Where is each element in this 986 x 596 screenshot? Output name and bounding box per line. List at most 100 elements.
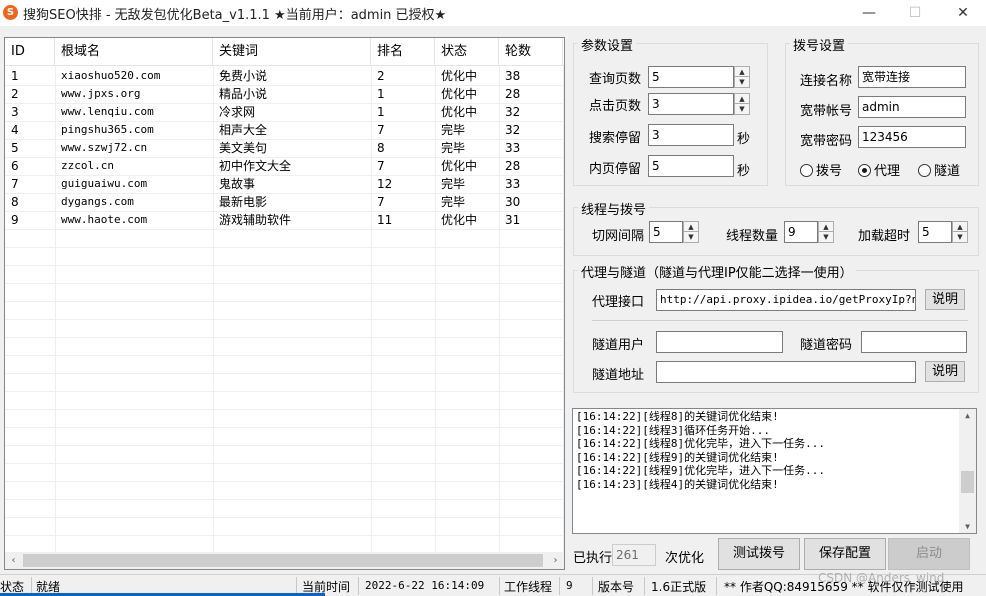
- table-row[interactable]: 5 www.szwj72.cn 美文美句 8 完毕 33: [5, 139, 564, 157]
- executed-label: 已执行: [573, 551, 613, 566]
- log-scrollbar-thumb[interactable]: [961, 471, 974, 493]
- column-header-id[interactable]: ID: [5, 38, 55, 66]
- cell-id: 8: [11, 195, 19, 209]
- cell-keyword: 初中作文大全: [219, 159, 292, 173]
- table-row[interactable]: 8 dygangs.com 最新电影 7 完毕 30: [5, 193, 564, 211]
- search-stay-input[interactable]: 3: [648, 124, 734, 146]
- table-row[interactable]: 1 xiaoshuo520.com 免费小说 2 优化中 38: [5, 67, 564, 85]
- save-config-button[interactable]: 保存配置: [804, 538, 886, 570]
- column-header-rank[interactable]: 排名: [371, 38, 435, 66]
- tunnel-user-input[interactable]: [656, 331, 783, 353]
- proxy-api-explain-button[interactable]: 说明: [925, 289, 965, 310]
- cell-status: 优化中: [441, 69, 478, 83]
- spin-up-icon[interactable]: ▲: [735, 94, 749, 104]
- test-dial-button[interactable]: 测试拨号: [718, 538, 800, 570]
- watermark: CSDN @Anders_wind: [818, 571, 945, 585]
- radio-tunnel-icon[interactable]: [918, 164, 931, 177]
- cell-rank: 7: [377, 123, 385, 137]
- column-header-rounds[interactable]: 轮数: [499, 38, 563, 66]
- grid-line: [5, 211, 564, 212]
- grid-line: [5, 193, 564, 194]
- grid-line: [5, 85, 564, 86]
- log-output[interactable]: [16:14:22][线程8]的关键词优化结束! [16:14:22][线程3]循…: [572, 408, 977, 534]
- executed-count: 261: [612, 544, 656, 566]
- spin-down-icon[interactable]: ▼: [735, 77, 749, 87]
- table-row[interactable]: 6 zzcol.cn 初中作文大全 7 优化中 28: [5, 157, 564, 175]
- cell-rounds: 32: [505, 123, 521, 137]
- scroll-right-icon[interactable]: ›: [547, 552, 564, 569]
- radio-proxy-icon[interactable]: [858, 164, 871, 177]
- cell-keyword: 精品小说: [219, 87, 268, 101]
- proxy-api-input[interactable]: http://api.proxy.ipidea.io/getProxyIp?nu…: [656, 289, 916, 311]
- password-input[interactable]: 123456: [858, 126, 966, 148]
- switch-interval-spinner[interactable]: ▲ ▼: [683, 221, 699, 243]
- start-button[interactable]: 启动: [888, 538, 970, 570]
- table-row[interactable]: 3 www.lenqiu.com 冷求网 1 优化中 32: [5, 103, 564, 121]
- scroll-left-icon[interactable]: ‹: [5, 552, 22, 569]
- radio-proxy[interactable]: 代理: [858, 160, 900, 179]
- tunnel-addr-input[interactable]: [656, 361, 916, 383]
- keyword-table[interactable]: ID 根域名 关键词 排名 状态 轮数 1 xiaoshuo520.com 免费小说…: [4, 37, 565, 570]
- spin-down-icon[interactable]: ▼: [684, 232, 698, 242]
- grid-line: [5, 427, 564, 428]
- executed-unit: 次优化: [665, 551, 705, 566]
- log-vertical-scrollbar[interactable]: ▲ ▼: [959, 409, 976, 533]
- radio-proxy-label: 代理: [874, 164, 901, 179]
- scroll-up-icon[interactable]: ▲: [959, 411, 976, 420]
- click-pages-input[interactable]: 3: [648, 93, 734, 115]
- search-stay-unit: 秒: [737, 132, 751, 147]
- scroll-down-icon[interactable]: ▼: [959, 522, 976, 531]
- tunnel-pass-input[interactable]: [861, 331, 967, 353]
- conn-name-input[interactable]: 宽带连接: [858, 66, 966, 88]
- column-header-keyword[interactable]: 关键词: [213, 38, 371, 66]
- thread-count-input[interactable]: 9: [784, 221, 818, 243]
- spin-down-icon[interactable]: ▼: [953, 232, 967, 242]
- close-button[interactable]: ✕: [940, 0, 986, 26]
- load-timeout-spinner[interactable]: ▲ ▼: [952, 221, 968, 243]
- table-row[interactable]: 9 www.haote.com 游戏辅助软件 11 优化中 31: [5, 211, 564, 229]
- table-row[interactable]: 7 guiguaiwu.com 鬼故事 12 完毕 33: [5, 175, 564, 193]
- horizontal-scrollbar[interactable]: ‹ ›: [5, 552, 564, 569]
- cell-status: 优化中: [441, 159, 478, 173]
- radio-tunnel[interactable]: 隧道: [918, 160, 960, 179]
- radio-tunnel-label: 隧道: [934, 164, 961, 179]
- spin-up-icon[interactable]: ▲: [953, 222, 967, 232]
- tunnel-user-label: 隧道用户: [592, 338, 645, 353]
- status-separator: [716, 577, 717, 595]
- load-timeout-input[interactable]: 5: [918, 221, 952, 243]
- cell-domain: guiguaiwu.com: [61, 177, 148, 190]
- spin-up-icon[interactable]: ▲: [819, 222, 833, 232]
- query-pages-label: 查询页数: [589, 72, 642, 87]
- cell-rounds: 30: [505, 195, 521, 209]
- spin-down-icon[interactable]: ▼: [819, 232, 833, 242]
- proxy-api-label: 代理接口: [592, 295, 645, 310]
- maximize-button[interactable]: ☐: [892, 0, 938, 26]
- column-header-domain[interactable]: 根域名: [55, 38, 213, 66]
- radio-dial-icon[interactable]: [800, 164, 813, 177]
- account-input[interactable]: admin: [858, 96, 966, 118]
- minimize-button[interactable]: —: [846, 0, 892, 26]
- grid-line: [5, 319, 564, 320]
- spin-down-icon[interactable]: ▼: [735, 104, 749, 114]
- proxy-group-title: 代理与隧道（隧道与代理IP仅能二选择一使用）: [578, 262, 856, 281]
- status-separator: [499, 577, 500, 595]
- spin-up-icon[interactable]: ▲: [735, 67, 749, 77]
- grid-line: [5, 337, 564, 338]
- table-row[interactable]: 4 pingshu365.com 相声大全 7 完毕 32: [5, 121, 564, 139]
- scrollbar-thumb[interactable]: [23, 554, 543, 567]
- column-header-status[interactable]: 状态: [435, 38, 499, 66]
- cell-status: 完毕: [441, 141, 466, 155]
- tunnel-explain-button[interactable]: 说明: [925, 361, 965, 382]
- query-pages-spinner[interactable]: ▲ ▼: [734, 66, 750, 88]
- spin-up-icon[interactable]: ▲: [684, 222, 698, 232]
- inner-stay-input[interactable]: 5: [648, 155, 734, 177]
- thread-count-spinner[interactable]: ▲ ▼: [818, 221, 834, 243]
- click-pages-spinner[interactable]: ▲ ▼: [734, 93, 750, 115]
- query-pages-input[interactable]: 5: [648, 66, 734, 88]
- grid-line: [5, 499, 564, 500]
- switch-interval-input[interactable]: 5: [649, 221, 683, 243]
- radio-dial[interactable]: 拨号: [800, 160, 842, 179]
- cell-id: 6: [11, 159, 19, 173]
- grid-line: [5, 481, 564, 482]
- table-row[interactable]: 2 www.jpxs.org 精品小说 1 优化中 28: [5, 85, 564, 103]
